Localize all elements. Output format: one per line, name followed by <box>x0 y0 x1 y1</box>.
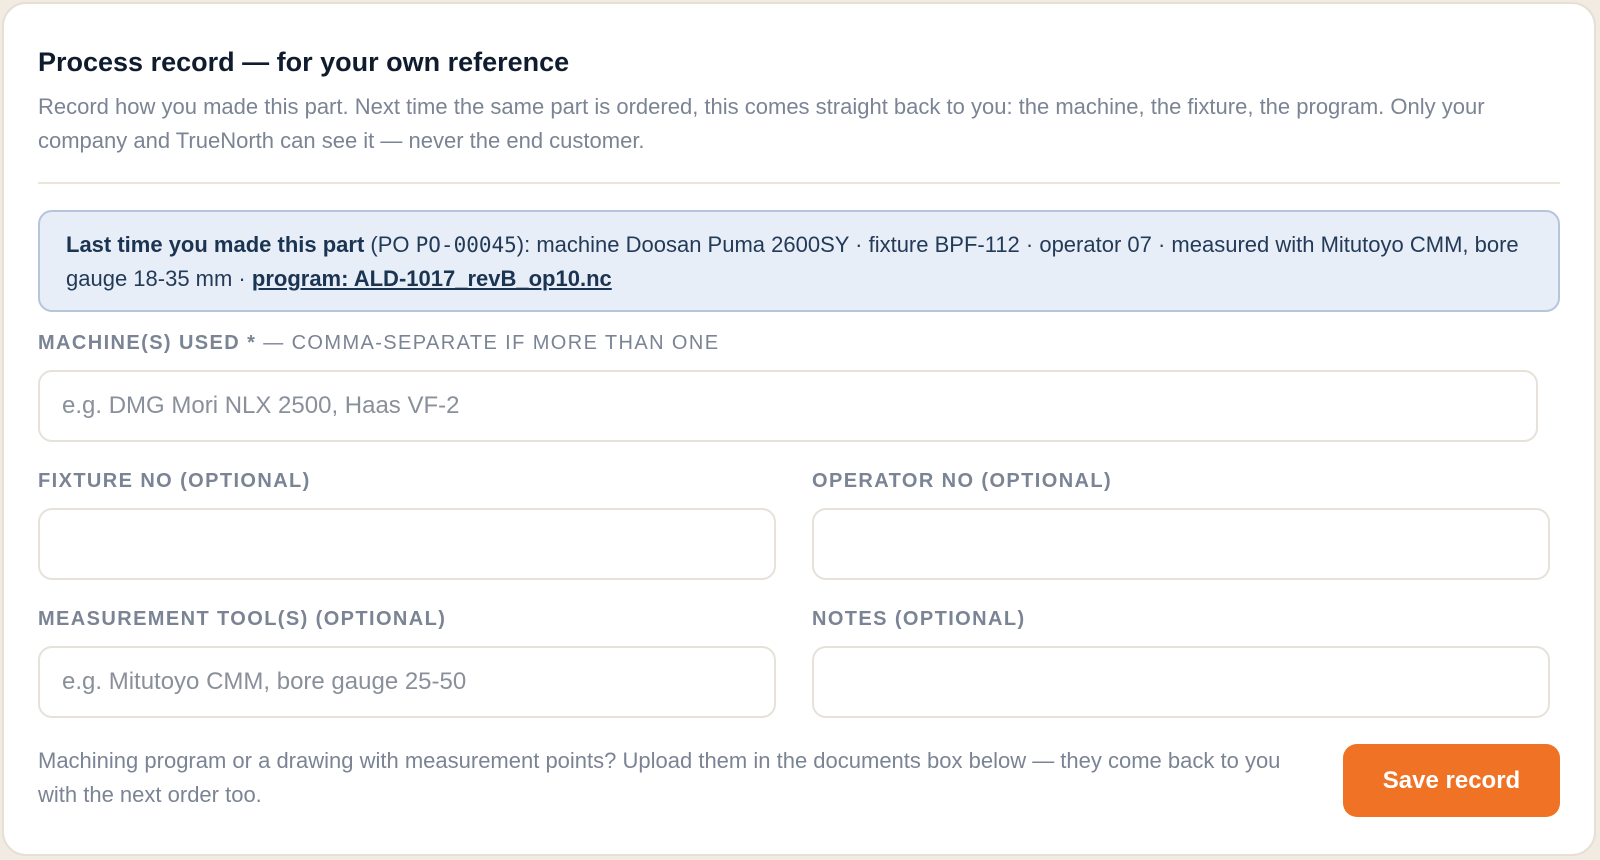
machines-group: Machine(s) used * — comma-separate if mo… <box>38 328 1560 442</box>
measurement-input[interactable] <box>38 646 776 718</box>
last-time-lead: Last time you made this part <box>66 232 365 257</box>
notes-group: Notes (optional) <box>812 604 1560 718</box>
measurement-label: Measurement tool(s) (optional) <box>38 608 447 630</box>
save-record-button[interactable]: Save record <box>1343 744 1560 817</box>
machines-input[interactable] <box>38 370 1538 442</box>
last-time-banner: Last time you made this part (PO PO-0004… <box>38 210 1560 312</box>
operator-group: Operator no (optional) <box>812 466 1560 580</box>
machines-label-hint: — comma-separate if more than one <box>256 332 720 354</box>
machines-label-text: Machine(s) used * <box>38 332 257 354</box>
program-link[interactable]: program: ALD-1017_revB_op10.nc <box>252 266 612 291</box>
page-subtitle: Record how you made this part. Next time… <box>38 94 1485 153</box>
fixture-input[interactable] <box>38 508 776 580</box>
fixture-operator-row: Fixture no (optional) Operator no (optio… <box>38 466 1560 580</box>
measurement-notes-row: Measurement tool(s) (optional) Notes (op… <box>38 604 1560 718</box>
po-number: PO-00045 <box>415 233 517 257</box>
measurement-group: Measurement tool(s) (optional) <box>38 604 786 718</box>
process-record-card: Process record — for your own reference … <box>2 2 1596 856</box>
divider <box>38 182 1560 184</box>
upload-note: Machining program or a drawing with meas… <box>38 748 1281 807</box>
operator-label: Operator no (optional) <box>812 470 1113 492</box>
machines-label: Machine(s) used * — comma-separate if mo… <box>38 328 1560 358</box>
fixture-group: Fixture no (optional) <box>38 466 786 580</box>
footer-row: Machining program or a drawing with meas… <box>38 744 1560 817</box>
po-prefix: (PO <box>364 232 416 257</box>
notes-label: Notes (optional) <box>812 608 1026 630</box>
fixture-label: Fixture no (optional) <box>38 470 311 492</box>
page-title: Process record — for your own reference <box>38 47 570 77</box>
operator-input[interactable] <box>812 508 1550 580</box>
notes-input[interactable] <box>812 646 1550 718</box>
